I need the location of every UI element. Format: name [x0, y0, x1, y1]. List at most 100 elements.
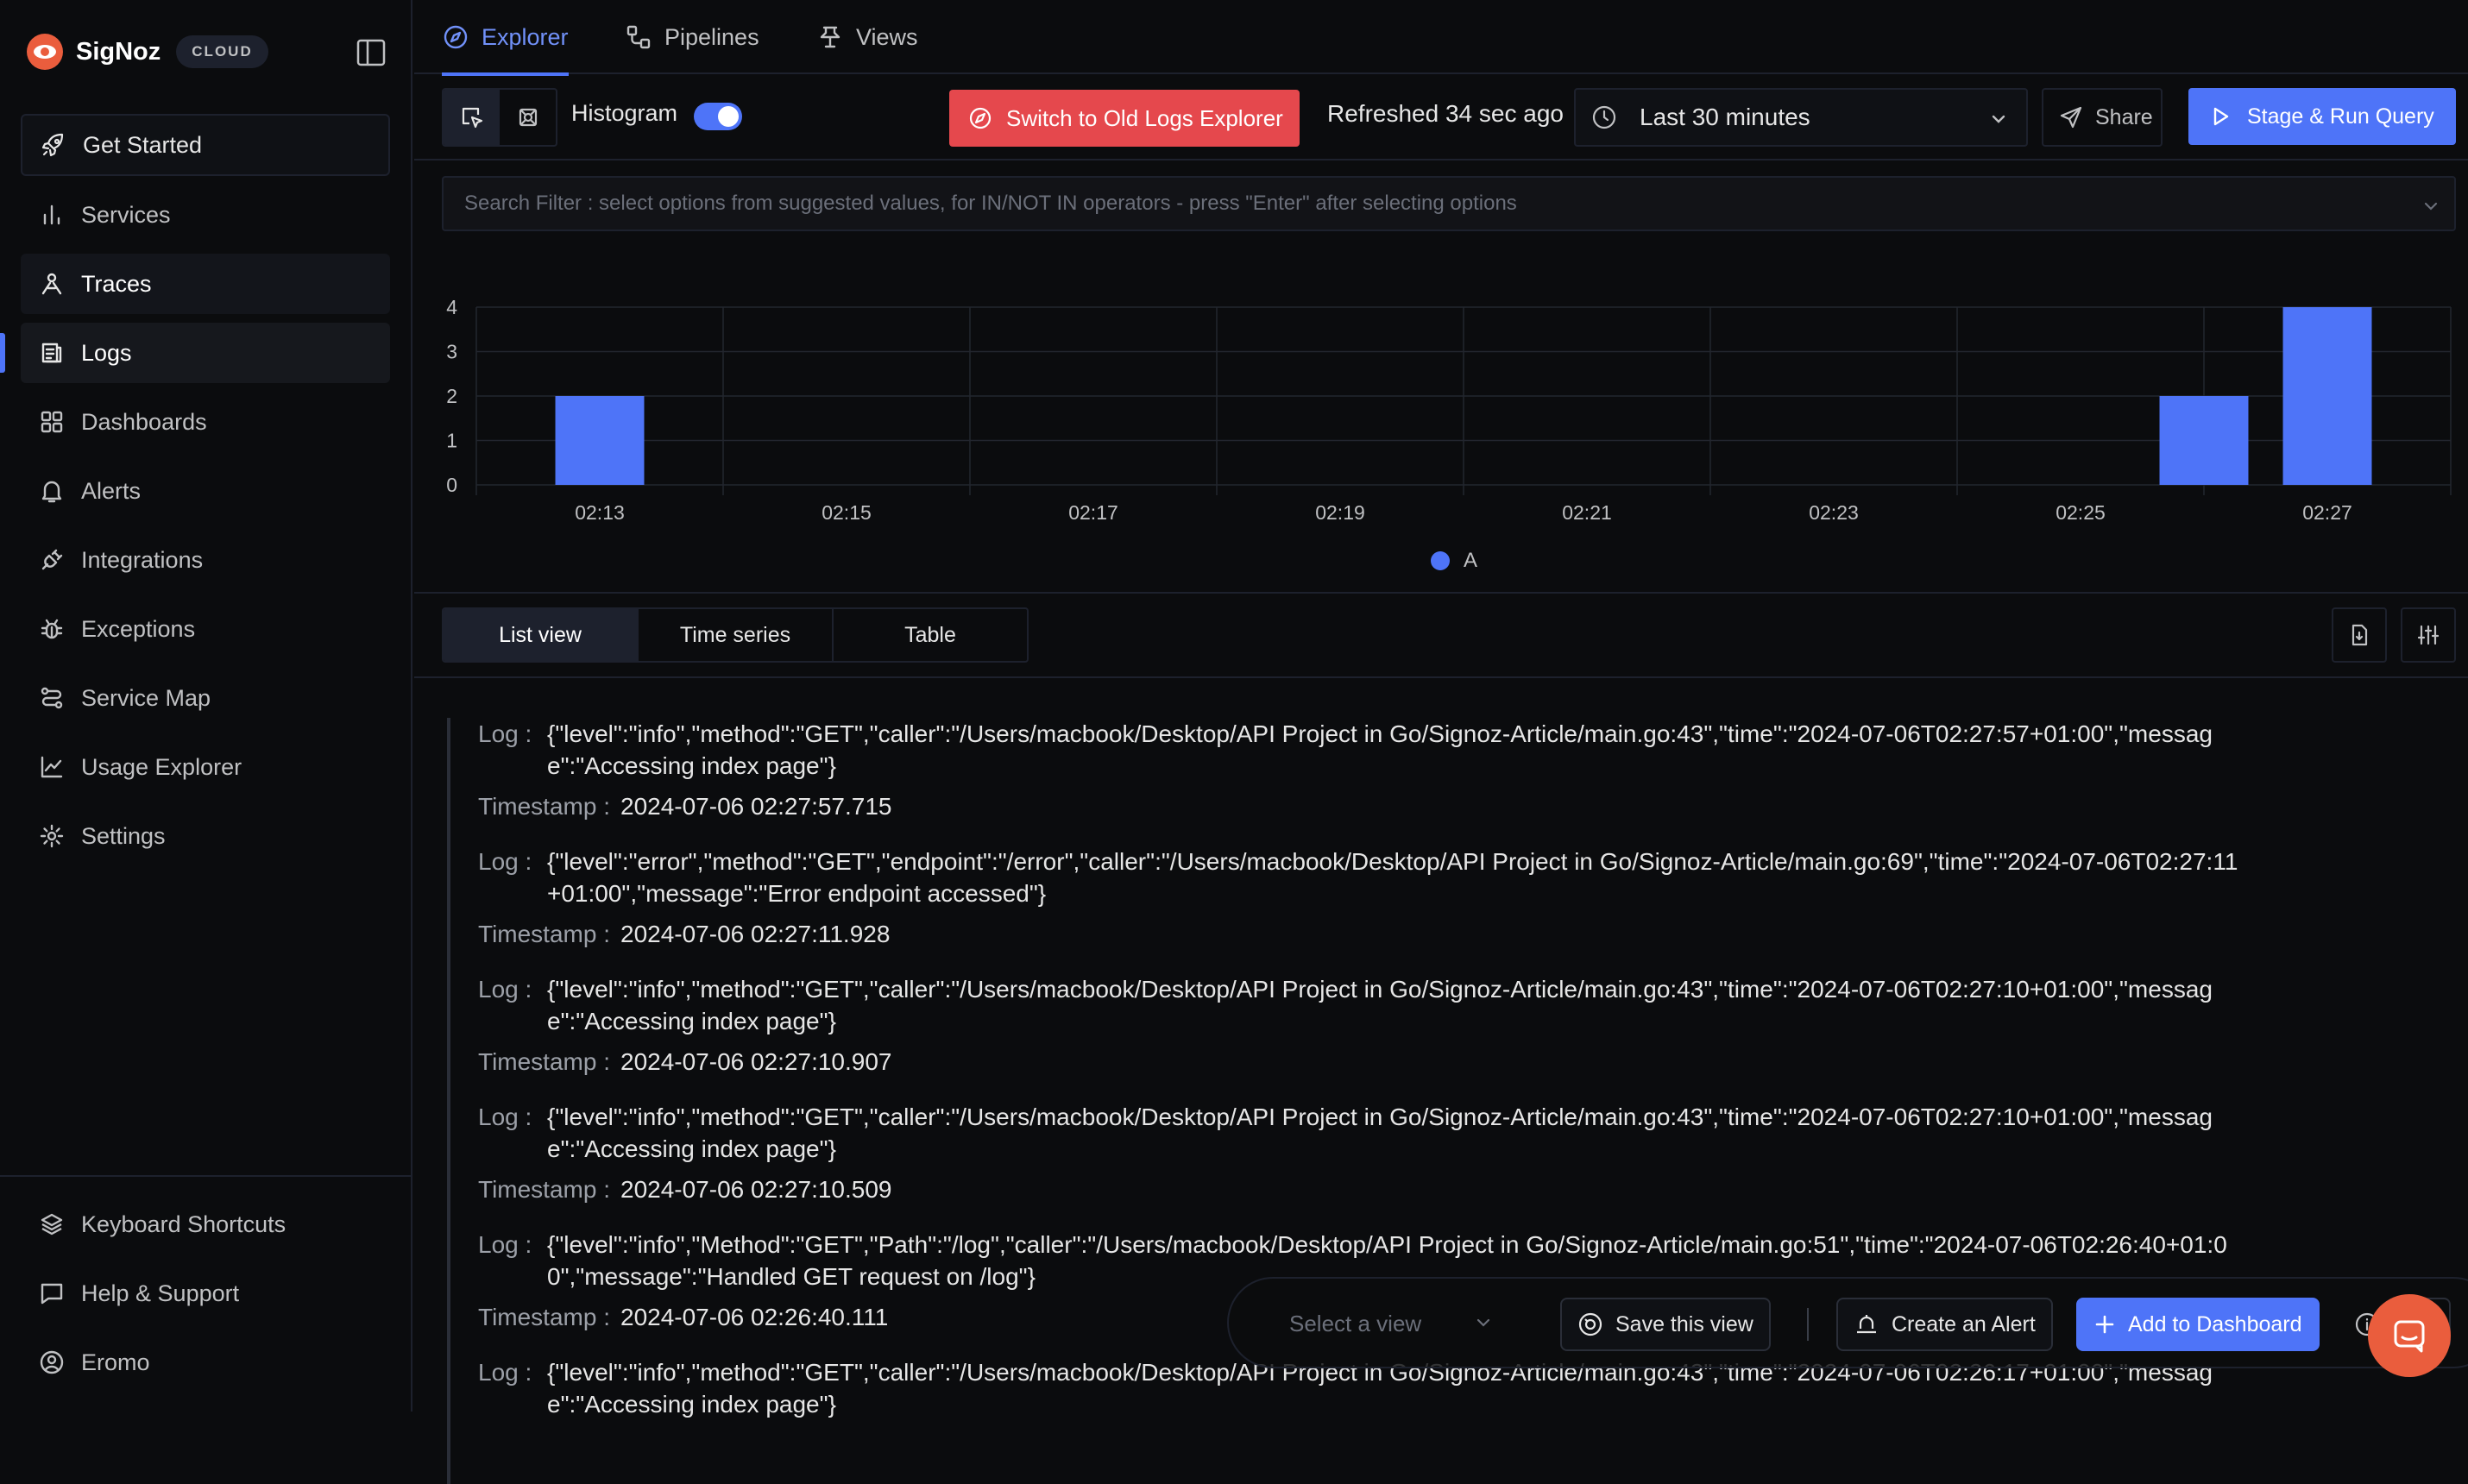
- timestamp-key: Timestamp :: [478, 921, 610, 947]
- bar-chart-icon: [43, 204, 60, 225]
- grid-icon: [41, 411, 63, 433]
- route-icon: [41, 687, 63, 709]
- sidebar-item-settings[interactable]: Settings: [21, 806, 390, 866]
- sidebar-collapse-icon[interactable]: [356, 38, 387, 67]
- format-options-button[interactable]: [2401, 607, 2456, 663]
- stage-run-query-label: Stage & Run Query: [2247, 104, 2434, 129]
- y-tick-label: 2: [446, 385, 457, 407]
- network-icon: [519, 108, 537, 127]
- select-view-dropdown[interactable]: Select a view: [1289, 1299, 1496, 1348]
- query-builder-mode-button[interactable]: [444, 90, 500, 145]
- share-button[interactable]: Share: [2042, 88, 2163, 147]
- legend-item-a[interactable]: A: [1431, 549, 1477, 573]
- tab-list-view[interactable]: List view: [444, 609, 639, 661]
- chat-support-button[interactable]: [2368, 1294, 2451, 1377]
- search-filter-input[interactable]: [444, 178, 2454, 230]
- log-body: {"level":"error","method":"GET","endpoin…: [547, 848, 2238, 907]
- sidebar-item-label: Integrations: [81, 546, 204, 573]
- view-type-tabs: List view Time series Table: [442, 607, 1029, 663]
- tab-time-series[interactable]: Time series: [639, 609, 834, 661]
- log-row[interactable]: Log : {"level":"info","method":"GET","ca…: [447, 973, 2432, 1101]
- rocket-icon: [41, 133, 64, 157]
- create-alert-button[interactable]: Create an Alert: [1836, 1298, 2053, 1351]
- sidebar-item-logs[interactable]: Logs: [21, 323, 390, 383]
- histogram-chart: 0 1 2 3 4 02:13 02:15 02:17 02:19 02:21 02:23 02:25…: [414, 259, 2468, 592]
- pipeline-icon: [626, 25, 651, 49]
- log-row[interactable]: Log : {"level":"error","method":"GET","e…: [447, 846, 2432, 973]
- x-tick-label: 02:13: [575, 501, 625, 524]
- sidebar-item-user[interactable]: Eromo: [21, 1332, 390, 1393]
- sidebar-item-services[interactable]: Services: [21, 185, 390, 245]
- clickhouse-mode-button[interactable]: [500, 90, 556, 145]
- logs-icon: [41, 343, 62, 363]
- sidebar-item-exceptions[interactable]: Exceptions: [21, 599, 390, 659]
- tab-explorer[interactable]: Explorer: [442, 0, 569, 76]
- line-chart-icon: [41, 756, 63, 778]
- clock-icon: [1592, 105, 1616, 129]
- sidebar-item-alerts[interactable]: Alerts: [21, 461, 390, 521]
- add-to-dashboard-label: Add to Dashboard: [2128, 1311, 2302, 1336]
- sidebar-item-dashboards[interactable]: Dashboards: [21, 392, 390, 452]
- sidebar-nav: Get Started Services Traces Logs Dashboa…: [21, 114, 390, 875]
- top-nav: Explorer Pipelines Views: [414, 0, 2468, 76]
- log-timestamp: 2024-07-06 02:27:10.907: [620, 1048, 892, 1075]
- log-row[interactable]: Log : {"level":"info","method":"GET","ca…: [447, 718, 2432, 846]
- traces-icon: [41, 273, 62, 295]
- x-tick-label: 02:23: [1809, 501, 1859, 524]
- cursor-select-icon: [462, 107, 482, 129]
- histogram-svg: 0 1 2 3 4 02:13 02:15 02:17 02:19 02:21 02:23 02:25…: [446, 296, 2452, 524]
- switch-old-explorer-button[interactable]: Switch to Old Logs Explorer: [949, 90, 1300, 147]
- stage-run-query-button[interactable]: Stage & Run Query: [2188, 88, 2456, 145]
- sidebar-item-label: Dashboards: [81, 408, 207, 435]
- sidebar-item-label: Service Map: [81, 684, 211, 711]
- sidebar-item-label: Eromo: [81, 1349, 150, 1375]
- sidebar-item-traces[interactable]: Traces: [21, 254, 390, 314]
- tab-table[interactable]: Table: [834, 609, 1027, 661]
- tab-views[interactable]: Views: [816, 0, 918, 74]
- compass-icon: [969, 107, 992, 129]
- divider: [414, 676, 2468, 678]
- logs-list: Log : {"level":"info","method":"GET","ca…: [447, 718, 2432, 1484]
- log-row[interactable]: Log : {"level":"info","method":"GET","ca…: [447, 1356, 2432, 1484]
- download-button[interactable]: [2332, 607, 2387, 663]
- x-tick-label: 02:21: [1562, 501, 1612, 524]
- sidebar-item-usage-explorer[interactable]: Usage Explorer: [21, 737, 390, 797]
- sidebar-item-keyboard-shortcuts[interactable]: Keyboard Shortcuts: [21, 1194, 390, 1254]
- sidebar: SigNoz CLOUD Get Started Services Traces: [0, 0, 412, 1412]
- explorer-mode-toggle: [442, 88, 557, 147]
- save-view-button[interactable]: Save this view: [1560, 1298, 1771, 1351]
- x-tick-label: 02:15: [822, 501, 872, 524]
- chat-icon: [2394, 1320, 2425, 1353]
- sidebar-item-help-support[interactable]: Help & Support: [21, 1263, 390, 1324]
- send-icon: [2060, 106, 2082, 129]
- sidebar-item-integrations[interactable]: Integrations: [21, 530, 390, 590]
- log-key: Log :: [478, 848, 532, 875]
- x-tick-label: 02:25: [2056, 501, 2106, 524]
- time-range-select[interactable]: Last 30 minutes: [1574, 88, 2028, 147]
- chevron-down-icon[interactable]: [2421, 197, 2440, 216]
- histogram-toggle[interactable]: [694, 103, 742, 130]
- timestamp-key: Timestamp :: [478, 1176, 610, 1203]
- sidebar-item-label: Get Started: [83, 131, 203, 158]
- sidebar-item-get-started[interactable]: Get Started: [21, 114, 390, 176]
- log-body: {"level":"info","method":"GET","caller":…: [547, 720, 2213, 779]
- chevron-down-icon: [1992, 115, 2005, 123]
- alert-icon: [1857, 1315, 1876, 1334]
- sidebar-item-label: Usage Explorer: [81, 753, 242, 780]
- chevron-down-icon: [1476, 1318, 1490, 1327]
- sidebar-item-label: Settings: [81, 822, 166, 849]
- play-icon: [2213, 107, 2229, 126]
- time-range-value: Last 30 minutes: [1640, 104, 1810, 130]
- views-icon: [820, 26, 841, 48]
- log-body: {"level":"info","method":"GET","caller":…: [547, 976, 2213, 1034]
- y-tick-label: 0: [446, 474, 457, 496]
- sidebar-item-service-map[interactable]: Service Map: [21, 668, 390, 728]
- histogram-bar: [555, 396, 645, 485]
- add-to-dashboard-button[interactable]: Add to Dashboard: [2076, 1298, 2320, 1351]
- share-label: Share: [2095, 104, 2153, 129]
- create-alert-label: Create an Alert: [1892, 1311, 2036, 1336]
- switch-old-explorer-label: Switch to Old Logs Explorer: [1006, 104, 1283, 131]
- log-row[interactable]: Log : {"level":"info","method":"GET","ca…: [447, 1101, 2432, 1229]
- tab-pipelines[interactable]: Pipelines: [625, 0, 759, 74]
- brand[interactable]: SigNoz CLOUD: [26, 33, 268, 71]
